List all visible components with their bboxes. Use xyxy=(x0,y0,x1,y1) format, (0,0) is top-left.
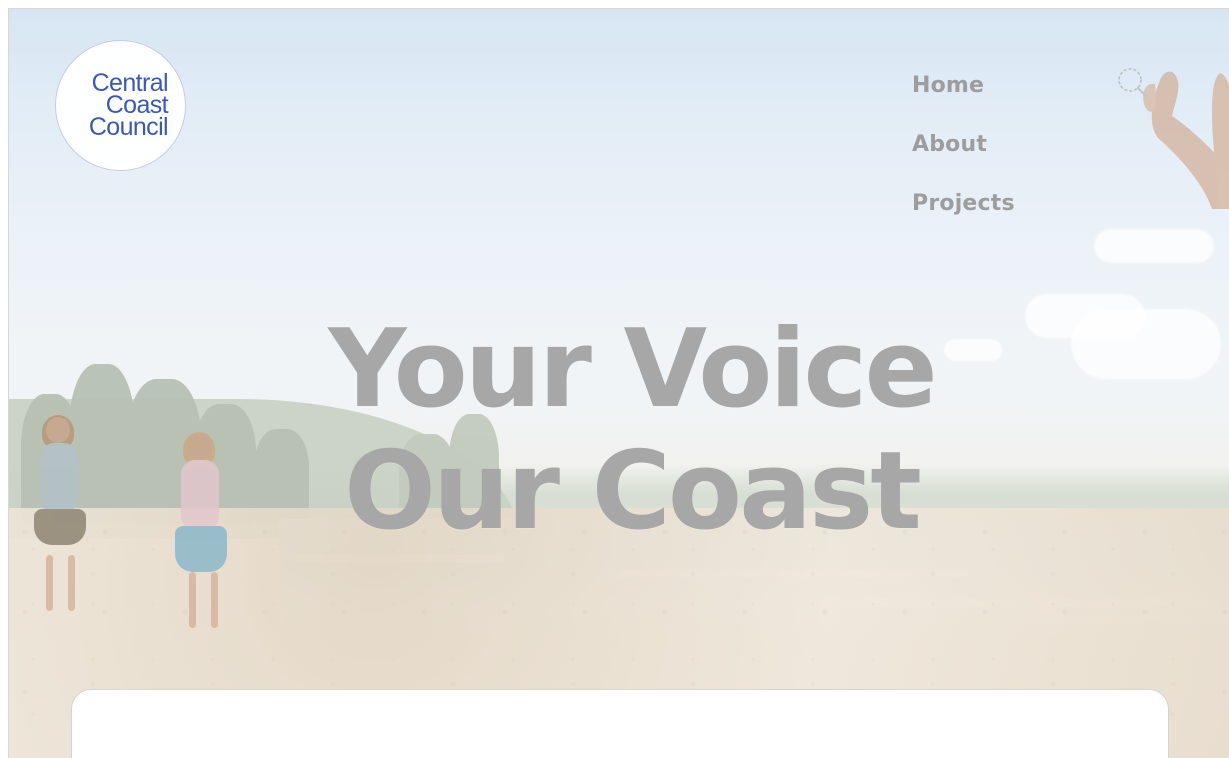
council-logo[interactable]: Central Coast Council xyxy=(55,40,186,171)
hero-title-line-1: Your Voice xyxy=(328,307,937,432)
nav-projects[interactable]: Projects xyxy=(912,190,1052,217)
beachgoer-center xyxy=(175,432,233,628)
nav-home[interactable]: Home xyxy=(912,72,1052,99)
head xyxy=(187,434,211,460)
hero-title: Your Voice Our Coast xyxy=(269,309,994,553)
body xyxy=(40,443,78,513)
logo-line-council: Council xyxy=(88,112,169,141)
hero-title-line-2: Our Coast xyxy=(344,429,922,554)
leg xyxy=(211,572,218,628)
head xyxy=(46,417,70,443)
leg xyxy=(46,555,53,611)
search-button[interactable] xyxy=(1115,65,1149,99)
nav-about[interactable]: About xyxy=(912,131,1052,158)
browser-viewport: Central Coast Council Home About Project… xyxy=(8,8,1229,758)
sarong xyxy=(175,526,227,572)
shorts xyxy=(34,509,86,545)
cloud xyxy=(1071,309,1221,379)
cloud xyxy=(1094,229,1214,263)
content-card xyxy=(71,689,1169,758)
body xyxy=(181,460,219,530)
leg xyxy=(68,555,75,611)
leg xyxy=(189,572,196,628)
search-icon xyxy=(1118,68,1147,97)
beachgoer-left xyxy=(34,415,90,612)
logo-wordmark: Central Coast Council xyxy=(73,70,169,141)
main-navigation: Home About Projects xyxy=(912,72,1052,249)
